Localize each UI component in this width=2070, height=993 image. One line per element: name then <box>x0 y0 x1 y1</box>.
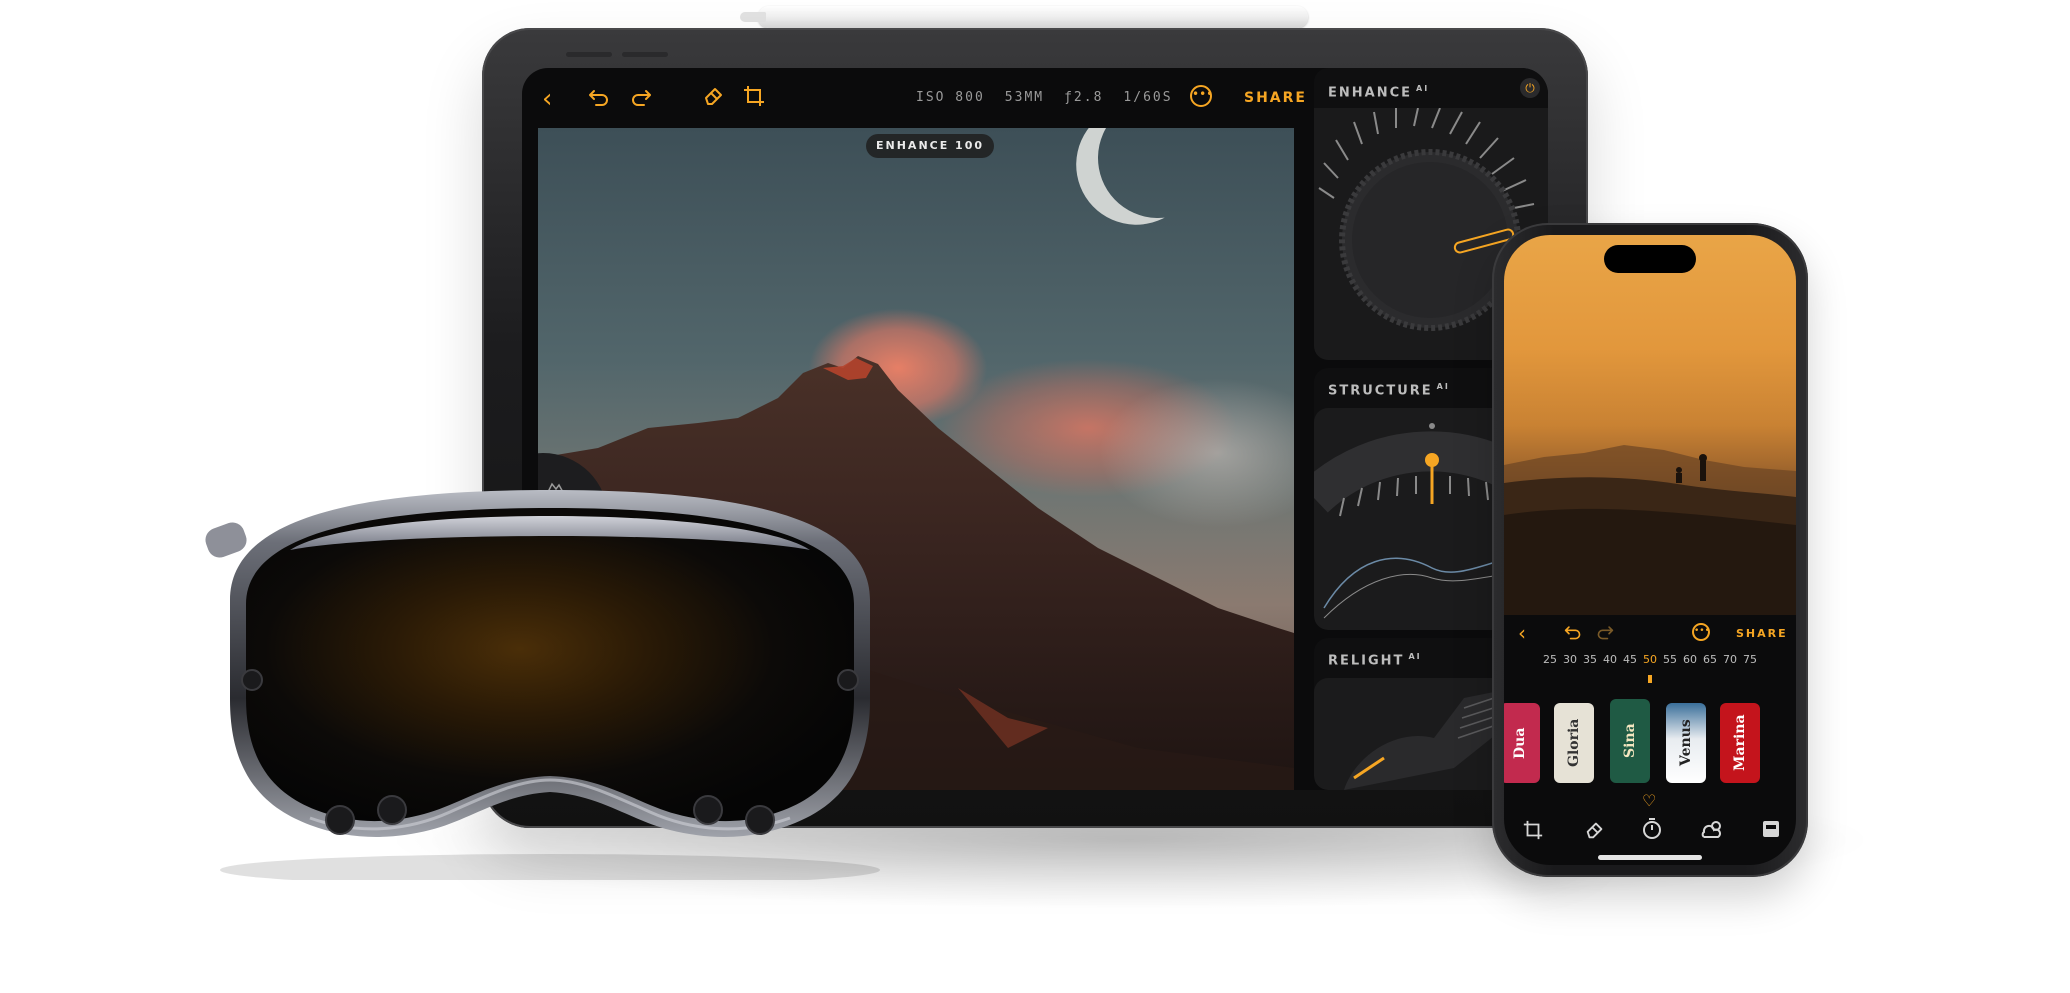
redo-icon[interactable] <box>1596 623 1614 641</box>
focal-scale-tick: 40 <box>1603 653 1617 666</box>
enhance-title-text: ENHANCE <box>1328 85 1413 101</box>
share-button[interactable]: SHARE <box>1736 627 1788 640</box>
focal-length-value: 53MM <box>1004 90 1045 105</box>
undo-icon[interactable] <box>588 86 610 108</box>
relight-panel-title: RELIGHT AI <box>1328 652 1422 668</box>
relight-title-text: RELIGHT <box>1328 653 1405 669</box>
exif-readout: ISO 800 53MM ƒ2.8 1/60S <box>916 90 1173 105</box>
eraser-icon[interactable] <box>702 84 726 108</box>
film-canister[interactable]: Sina <box>1610 699 1650 783</box>
power-icon[interactable]: ⏻ <box>1520 78 1540 98</box>
aperture-value: ƒ2.8 <box>1064 90 1104 105</box>
focal-scale-tick: 55 <box>1663 653 1677 666</box>
focal-scale-tick: 45 <box>1623 653 1637 666</box>
focal-scale-tick: 25 <box>1543 653 1557 666</box>
chevron-left-icon[interactable]: ‹ <box>542 86 552 112</box>
apple-pencil <box>740 6 1308 28</box>
timer-icon[interactable] <box>1640 817 1664 841</box>
iphone-screen: ‹ ••• SHARE 25 30 35 40 45 50 55 60 65 70 75 Dua G… <box>1504 235 1796 865</box>
ellipsis-circle-icon[interactable]: ••• <box>1692 623 1710 641</box>
film-icon[interactable] <box>1760 817 1782 841</box>
eraser-icon[interactable] <box>1584 819 1606 841</box>
focal-scale-tick: 70 <box>1723 653 1737 666</box>
weather-icon[interactable] <box>1700 817 1726 841</box>
home-indicator <box>1598 855 1702 860</box>
film-stock-carousel[interactable]: Dua Gloria Sina Venus Marina <box>1504 699 1796 783</box>
focal-scale-tick: 65 <box>1703 653 1717 666</box>
iso-value: ISO 800 <box>916 90 985 105</box>
structure-panel-title: STRUCTURE AI <box>1328 382 1450 398</box>
focal-scale-tick: 35 <box>1583 653 1597 666</box>
ipad-volume-button <box>566 52 612 57</box>
vision-pro-headset <box>205 490 880 880</box>
ellipsis-circle-icon[interactable]: ••• <box>1190 85 1213 107</box>
ipad-volume-button <box>622 52 668 57</box>
dynamic-island <box>1604 245 1696 273</box>
film-canister[interactable]: Venus <box>1666 703 1706 783</box>
focal-scale-tick: 60 <box>1683 653 1697 666</box>
structure-title-text: STRUCTURE <box>1328 383 1433 399</box>
focal-scale-tick: 75 <box>1743 653 1757 666</box>
heart-icon[interactable]: ♡ <box>1642 791 1656 810</box>
undo-icon[interactable] <box>1564 623 1582 641</box>
redo-icon[interactable] <box>630 86 652 108</box>
share-button[interactable]: SHARE <box>1244 90 1307 106</box>
scale-indicator <box>1648 675 1652 683</box>
enhance-badge: ENHANCE 100 <box>866 134 995 158</box>
chevron-left-icon[interactable]: ‹ <box>1518 623 1526 643</box>
film-canister[interactable]: Dua <box>1504 703 1540 783</box>
film-canister[interactable]: Gloria <box>1554 703 1594 783</box>
ai-superscript: AI <box>1436 382 1450 391</box>
shutter-value: 1/60S <box>1123 90 1173 105</box>
ai-superscript: AI <box>1408 652 1422 661</box>
sunset-photo[interactable] <box>1504 235 1796 615</box>
crop-icon[interactable] <box>1522 819 1544 841</box>
ai-superscript: AI <box>1416 84 1430 93</box>
coastline-silhouette <box>1504 445 1796 615</box>
enhance-panel-title: ENHANCE AI <box>1328 84 1429 100</box>
focal-scale-tick: 30 <box>1563 653 1577 666</box>
crop-icon[interactable] <box>742 84 766 108</box>
film-canister[interactable]: Marina <box>1720 703 1760 783</box>
